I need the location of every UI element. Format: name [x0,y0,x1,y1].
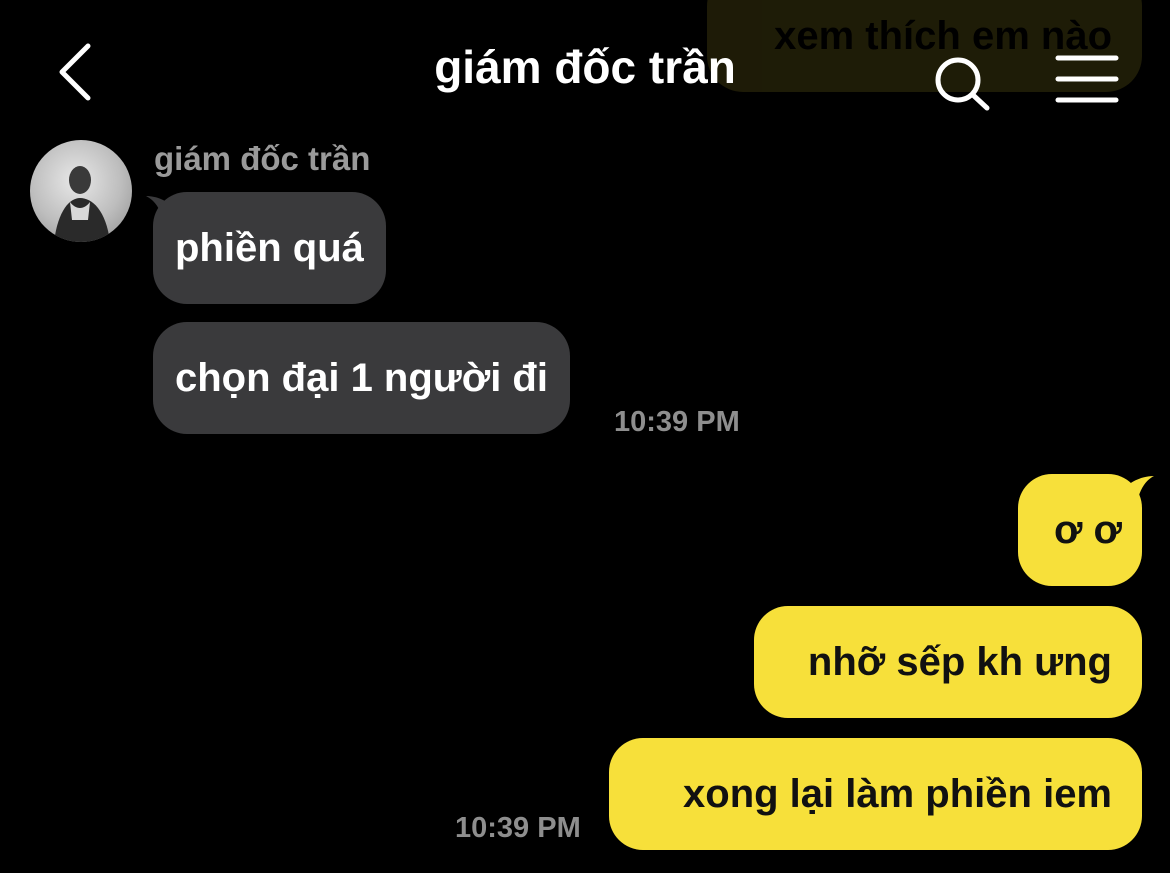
avatar[interactable] [30,140,132,242]
outgoing-message-bubble[interactable]: nhỡ sếp kh ưng [754,606,1142,718]
incoming-timestamp: 10:39 PM [614,406,740,438]
outgoing-timestamp: 10:39 PM [455,812,581,844]
search-button[interactable] [930,52,996,114]
outgoing-message-bubble[interactable]: xong lại làm phiền iem [609,738,1142,850]
outgoing-message-text: ơ ơ [1054,508,1122,552]
incoming-message-text: chọn đại 1 người đi [175,356,548,400]
search-icon [935,57,990,111]
outgoing-message-text: xong lại làm phiền iem [683,772,1112,816]
hamburger-menu-icon [1055,55,1119,103]
outgoing-message-text: nhỡ sếp kh ưng [807,640,1112,684]
outgoing-message-bubble[interactable]: ơ ơ [1018,474,1142,586]
incoming-message-bubble[interactable]: chọn đại 1 người đi [153,322,570,434]
sender-name: giám đốc trần [154,140,371,177]
menu-button[interactable] [1054,54,1120,106]
incoming-message-bubble[interactable]: phiền quá [153,192,386,304]
profile-photo-icon [54,166,110,242]
incoming-message-text: phiền quá [175,226,364,270]
